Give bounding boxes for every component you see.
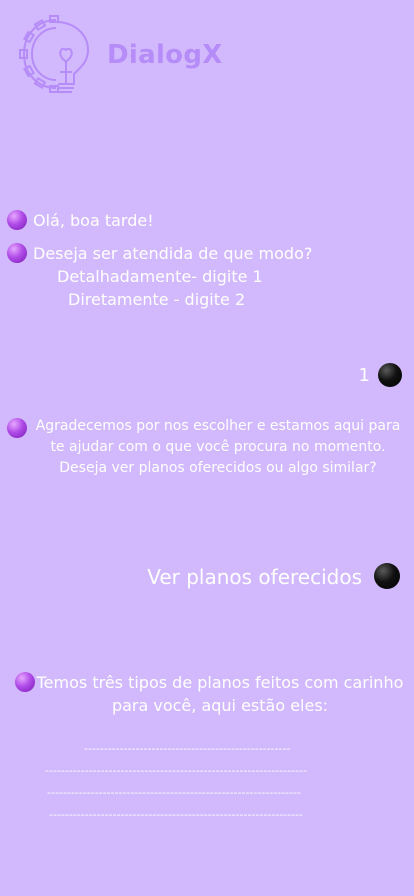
plan-line: ----------------------------------------… xyxy=(47,786,302,799)
user-reply-message: Ver planos oferecidos xyxy=(147,565,362,589)
plan-line: ----------------------------------------… xyxy=(45,764,307,777)
user-avatar-dot xyxy=(378,363,402,387)
logo-gear-lightbulb-icon xyxy=(16,14,92,94)
user-reply-message: 1 xyxy=(358,365,370,386)
option-direct: Diretamente - digite 2 xyxy=(68,290,246,309)
bot-thanks-message: Agradecemos por nos escolher e estamos a… xyxy=(35,418,401,476)
bot-avatar-dot xyxy=(7,210,27,230)
user-avatar-dot xyxy=(374,563,400,589)
option-detailed: Detalhadamente- digite 1 xyxy=(57,267,263,286)
plan-line: ----------------------------------------… xyxy=(49,808,304,821)
bot-question-message: Deseja ser atendida de que modo? xyxy=(33,244,313,263)
brand-name: DialogX xyxy=(107,40,223,70)
plan-line: ----------------------------------------… xyxy=(84,742,291,755)
bot-greeting-message: Olá, boa tarde! xyxy=(33,211,154,230)
bot-avatar-dot xyxy=(7,243,27,263)
bot-avatar-dot xyxy=(7,418,27,438)
bot-avatar-dot xyxy=(15,672,35,692)
bot-plans-message: Temos três tipos de planos feitos com ca… xyxy=(36,673,404,715)
